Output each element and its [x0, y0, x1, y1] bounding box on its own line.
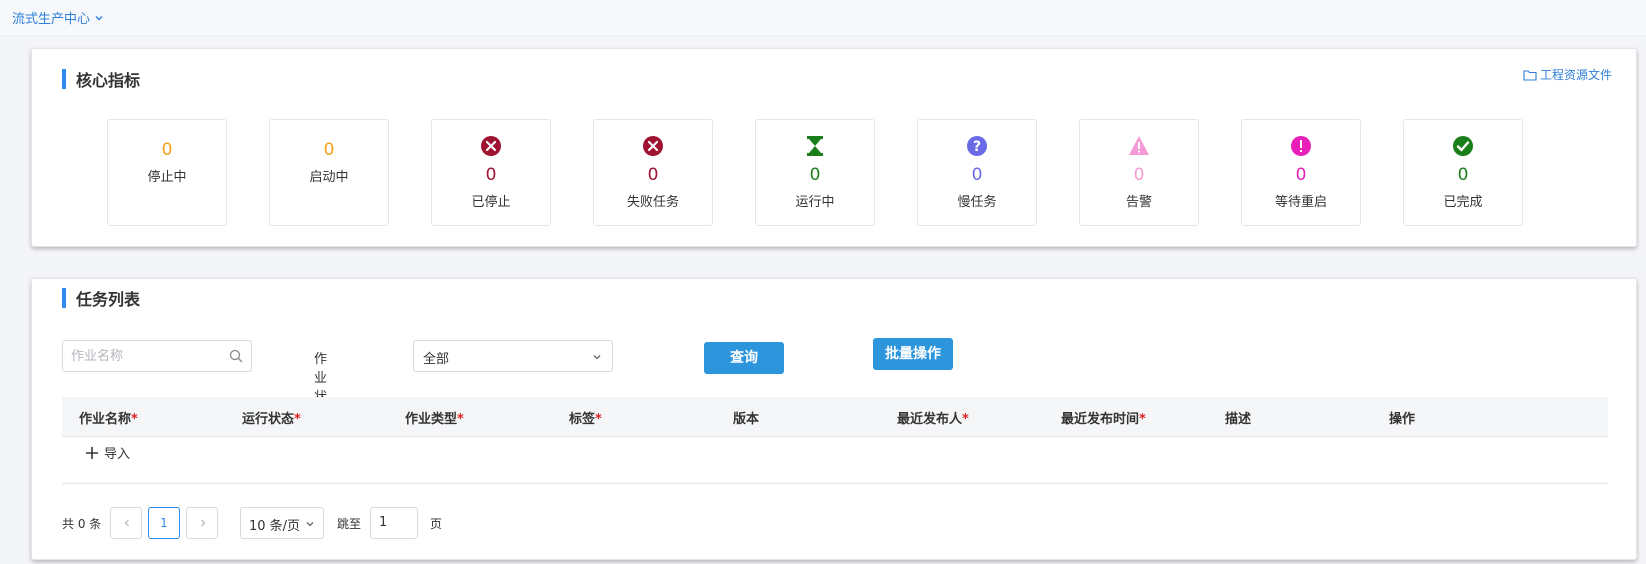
metric-label: 等待重启 [1274, 195, 1327, 210]
task-list-title: 任务列表 [62, 286, 140, 310]
x-circle-icon [643, 136, 663, 156]
required-marker: * [962, 412, 969, 427]
table-header: 作业名称* 运行状态* 作业类型* 标签* 版本 最近发布人* 最近发布时间* … [62, 397, 1608, 437]
column-header-text: 作业类型 [405, 412, 458, 427]
page-size-value: 10 条/页 [249, 519, 301, 534]
metric-value: 0 [161, 140, 173, 160]
prev-page-button[interactable] [110, 507, 142, 539]
metric-awaiting-restart[interactable]: 0 等待重启 [1241, 119, 1361, 226]
metric-label: 告警 [1125, 195, 1152, 210]
jump-to-page-input[interactable]: 1 [370, 507, 418, 539]
metric-value: 0 [809, 165, 821, 185]
resource-files-link[interactable]: 工程资源文件 [1523, 66, 1612, 83]
folder-icon [1523, 69, 1537, 81]
column-header-last-publish-time[interactable]: 最近发布时间* [1061, 408, 1146, 427]
column-header-version[interactable]: 版本 [733, 408, 759, 427]
column-header-text: 版本 [733, 412, 760, 427]
metric-label: 已停止 [471, 195, 511, 210]
metric-label: 慢任务 [957, 195, 997, 210]
column-header-tags[interactable]: 标签* [569, 408, 602, 427]
core-metrics-card: 核心指标 工程资源文件 0 停止中 0 启动中 0 已停止 0 失败任务 0 运… [31, 48, 1637, 247]
column-header-text: 作业名称 [79, 412, 132, 427]
resource-files-link-text: 工程资源文件 [1539, 68, 1612, 82]
page-number-button[interactable]: 1 [148, 507, 180, 539]
job-status-select[interactable]: 全部 [413, 340, 613, 372]
title-accent-bar [62, 69, 66, 89]
page-suffix-label: 页 [430, 517, 443, 531]
batch-operation-button[interactable]: 批量操作 [873, 338, 953, 370]
import-button[interactable]: 导入 [84, 443, 130, 462]
job-name-search[interactable] [62, 340, 252, 372]
column-header-text: 运行状态 [242, 412, 295, 427]
chevron-down-icon [95, 15, 103, 20]
metric-value: 0 [1133, 165, 1145, 185]
column-header-job-type[interactable]: 作业类型* [405, 408, 464, 427]
metric-alarm[interactable]: 0 告警 [1079, 119, 1199, 226]
question-circle-icon: ? [967, 136, 987, 156]
metric-slow[interactable]: ? 0 慢任务 [917, 119, 1037, 226]
top-bar: 流式生产中心 [0, 0, 1646, 36]
svg-text:?: ? [973, 139, 981, 155]
chevron-left-icon [124, 519, 129, 527]
required-marker: * [1139, 412, 1146, 427]
jump-to-label: 跳至 [337, 517, 362, 531]
import-label: 导入 [104, 447, 131, 462]
metric-label: 启动中 [309, 170, 349, 185]
task-list-card: 任务列表 作业状态 全部 查询 批量操作 作业名称* 运行状态* 作业类型* 标… [31, 278, 1637, 560]
task-list-title-text: 任务列表 [76, 290, 141, 309]
column-header-text: 标签 [569, 412, 596, 427]
column-header-last-publisher[interactable]: 最近发布人* [897, 408, 969, 427]
table-divider [62, 483, 1608, 484]
required-marker: * [131, 412, 138, 427]
core-metrics-title: 核心指标 [62, 67, 140, 91]
column-header-actions[interactable]: 操作 [1389, 408, 1415, 427]
check-circle-icon [1453, 136, 1473, 156]
metric-label: 失败任务 [626, 195, 679, 210]
metric-running[interactable]: 0 运行中 [755, 119, 875, 226]
query-button[interactable]: 查询 [704, 342, 784, 374]
column-header-job-name[interactable]: 作业名称* [79, 408, 138, 427]
metric-failed[interactable]: 0 失败任务 [593, 119, 713, 226]
chevron-down-icon [306, 522, 314, 527]
hourglass-icon [807, 136, 823, 156]
metric-label: 已完成 [1443, 195, 1483, 210]
metric-value: 0 [1457, 165, 1469, 185]
job-name-input[interactable] [63, 341, 213, 371]
column-header-run-status[interactable]: 运行状态* [242, 408, 301, 427]
metric-value: 0 [971, 165, 983, 185]
required-marker: * [595, 412, 602, 427]
metric-completed[interactable]: 0 已完成 [1403, 119, 1523, 226]
metric-value: 0 [323, 140, 335, 160]
core-metrics-title-text: 核心指标 [76, 71, 141, 90]
column-header-text: 最近发布人 [897, 412, 963, 427]
required-marker: * [457, 412, 464, 427]
job-status-value: 全部 [423, 352, 450, 367]
column-header-text: 操作 [1389, 412, 1416, 427]
next-page-button[interactable] [186, 507, 218, 539]
x-circle-icon [481, 136, 501, 156]
metric-starting[interactable]: 0 启动中 [269, 119, 389, 226]
page-size-select[interactable]: 10 条/页 [240, 507, 324, 539]
chevron-right-icon [201, 519, 206, 527]
production-center-selector[interactable]: 流式生产中心 [12, 8, 104, 27]
column-header-text: 描述 [1225, 412, 1252, 427]
column-header-text: 最近发布时间 [1061, 412, 1140, 427]
chevron-down-icon [593, 355, 601, 360]
total-count: 共 0 条 [62, 517, 102, 531]
metric-label: 停止中 [147, 170, 187, 185]
title-accent-bar [62, 288, 66, 308]
required-marker: * [294, 412, 301, 427]
exclamation-circle-icon [1291, 136, 1311, 156]
metric-stopped[interactable]: 0 已停止 [431, 119, 551, 226]
metric-value: 0 [1295, 165, 1307, 185]
metric-stopping[interactable]: 0 停止中 [107, 119, 227, 226]
metric-value: 0 [647, 165, 659, 185]
metric-value: 0 [485, 165, 497, 185]
plus-icon [86, 446, 98, 459]
column-header-description[interactable]: 描述 [1225, 408, 1251, 427]
production-center-label: 流式生产中心 [12, 12, 91, 27]
metric-label: 运行中 [795, 195, 835, 210]
warning-triangle-icon [1129, 136, 1149, 155]
search-icon[interactable] [229, 349, 243, 363]
